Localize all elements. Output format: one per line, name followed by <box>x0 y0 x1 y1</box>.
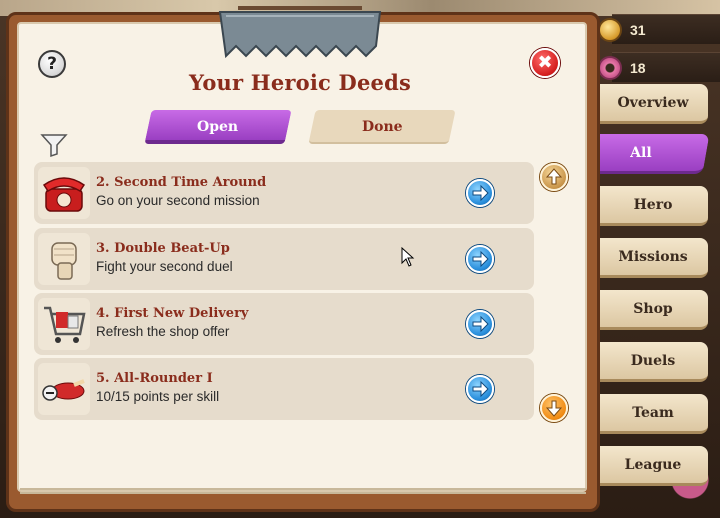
go-arrow-button[interactable] <box>466 375 494 403</box>
scroll-down-button[interactable] <box>540 394 568 422</box>
deed-description: Go on your second mission <box>96 193 260 208</box>
donut-icon <box>598 56 622 80</box>
side-tab-label: Duels <box>630 353 676 369</box>
panel-divider <box>20 488 586 494</box>
deed-description: Refresh the shop offer <box>96 324 230 339</box>
deed-title: 4. First New Delivery <box>96 306 249 321</box>
side-tab-label: Hero <box>633 197 673 213</box>
mouse-cursor-icon <box>401 247 415 267</box>
go-arrow-button[interactable] <box>466 245 494 273</box>
red-telephone-icon <box>38 167 90 219</box>
side-tab-label: All <box>630 145 652 161</box>
go-arrow-button[interactable] <box>466 310 494 338</box>
arrow-right-icon <box>472 315 489 333</box>
side-tab-label: Team <box>632 405 674 421</box>
arrow-right-icon <box>472 250 489 268</box>
filter-icon[interactable] <box>40 132 68 158</box>
side-tab-overview[interactable]: Overview <box>598 84 708 124</box>
tab-done-label: Done <box>361 119 403 135</box>
tab-open[interactable]: Open <box>144 110 292 144</box>
donut-count: 18 <box>630 60 646 76</box>
go-arrow-button[interactable] <box>466 179 494 207</box>
close-button[interactable]: ✖ <box>530 48 560 78</box>
tab-open-label: Open <box>197 119 239 135</box>
coin-icon <box>598 18 622 42</box>
tab-done[interactable]: Done <box>308 110 456 144</box>
fist-icon <box>38 233 90 285</box>
deed-row[interactable]: 3. Double Beat-Up Fight your second duel <box>34 228 534 290</box>
coin-count: 31 <box>630 22 646 38</box>
deed-title: 3. Double Beat-Up <box>96 241 230 256</box>
saw-banner-icon <box>218 6 382 59</box>
side-tab-league[interactable]: League <box>598 446 708 486</box>
deed-description: 10/15 points per skill <box>96 389 220 404</box>
currency-counter-donuts: 18 <box>598 52 720 82</box>
deed-row[interactable]: 5. All-Rounder I 10/15 points per skill <box>34 358 534 420</box>
side-tab-duels[interactable]: Duels <box>598 342 708 382</box>
deed-title: 2. Second Time Around <box>96 175 267 190</box>
deed-row[interactable]: 4. First New Delivery Refresh the shop o… <box>34 293 534 355</box>
deed-title: 5. All-Rounder I <box>96 371 213 386</box>
arrow-right-icon <box>472 184 489 202</box>
side-tab-shop[interactable]: Shop <box>598 290 708 330</box>
side-tab-label: Overview <box>617 95 689 111</box>
help-button[interactable]: ? <box>38 50 66 78</box>
page-title: Your Heroic Deeds <box>188 70 411 95</box>
side-tab-team[interactable]: Team <box>598 394 708 434</box>
side-tab-label: Missions <box>618 249 688 265</box>
deed-description: Fight your second duel <box>96 259 233 274</box>
scroll-up-button[interactable] <box>540 163 568 191</box>
side-tab-missions[interactable]: Missions <box>598 238 708 278</box>
deed-row[interactable]: 2. Second Time Around Go on your second … <box>34 162 534 224</box>
side-tab-hero[interactable]: Hero <box>598 186 708 226</box>
arrow-down-icon <box>545 400 563 417</box>
hero-lying-icon <box>38 363 90 415</box>
side-tab-label: Shop <box>633 301 673 317</box>
currency-counter-coins: 31 <box>598 14 720 44</box>
arrow-up-icon <box>545 168 563 185</box>
shopping-cart-icon <box>38 298 90 350</box>
arrow-right-icon <box>472 380 489 398</box>
side-tab-label: League <box>624 457 682 473</box>
